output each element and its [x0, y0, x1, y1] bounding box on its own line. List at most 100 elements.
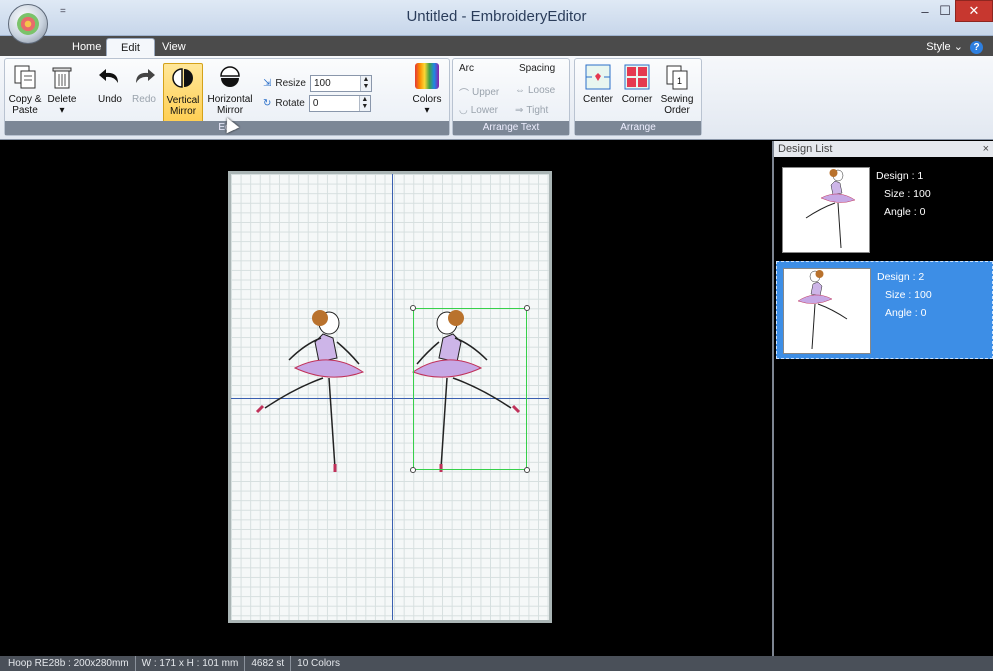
spacing-tight-icon: ⇒	[515, 105, 524, 116]
arrange-group-label: Arrange	[575, 121, 701, 135]
design-number: Design : 1	[876, 170, 924, 182]
paste-icon	[11, 63, 39, 91]
horizontal-mirror-button[interactable]: Horizontal Mirror	[205, 63, 255, 116]
rotate-input[interactable]: 0 ▲ ▼	[308, 95, 371, 112]
corner-icon	[623, 63, 651, 91]
colors-label: Colors	[412, 94, 442, 105]
center-icon	[584, 63, 612, 91]
vertical-mirror-label: Vertical Mirror	[166, 95, 200, 117]
design-list-title: Design List	[778, 143, 833, 155]
design-list-item-selected[interactable]: Design : 2 Size : 100 Angle : 0	[776, 261, 993, 359]
title-bar: = Untitled - EmbroideryEditor – ☐ ✕	[0, 0, 993, 36]
app-logo-icon	[17, 13, 39, 35]
style-menu-label: Style	[926, 41, 951, 53]
colors-icon	[413, 63, 441, 91]
delete-button[interactable]: Delete ▾	[45, 63, 79, 116]
design-info: Design : 1 Size : 100 Angle : 0	[876, 167, 931, 221]
corner-button[interactable]: Corner	[619, 63, 655, 105]
resize-handle-top-right[interactable]	[524, 305, 530, 311]
svg-text:1: 1	[677, 76, 682, 86]
resize-row: ⇲ Resize 100 ▲ ▼	[263, 75, 372, 92]
colors-button[interactable]: Colors ▾	[409, 63, 445, 116]
delete-label: Delete	[47, 94, 77, 105]
close-button[interactable]: ✕	[955, 0, 993, 22]
tab-view[interactable]: View	[148, 38, 200, 56]
arrange-group: Center Corner 1 Sewing Order Arrange	[574, 58, 702, 136]
selection-box[interactable]	[410, 305, 530, 473]
status-bar: Hoop RE28b : 200x280mm W : 171 x H : 101…	[0, 656, 993, 671]
rotate-icon: ↻	[263, 98, 272, 109]
redo-label: Redo	[132, 94, 156, 105]
vertical-mirror-icon	[169, 64, 197, 92]
arrange-text-group: Arc ⌒ Upper ◡ Lower Spacing ⇔ Loose ⇒ Ti…	[452, 58, 570, 136]
arc-upper-button[interactable]: ⌒ Upper	[459, 85, 499, 100]
ribbon-tab-row: Home Edit View Style ⌄ ?	[0, 36, 993, 56]
design-size: Size : 100	[885, 289, 932, 301]
spacing-loose-label: Loose	[528, 85, 556, 96]
design-thumbnail	[782, 167, 870, 253]
colors-dropdown-icon: ▾	[424, 105, 430, 116]
center-button[interactable]: Center	[579, 63, 617, 105]
arc-upper-label: Upper	[472, 87, 500, 98]
rotate-value: 0	[312, 98, 319, 109]
vertical-center-line	[392, 174, 393, 620]
vertical-mirror-button[interactable]: Vertical Mirror	[163, 63, 203, 123]
sewing-order-label: Sewing Order	[660, 94, 694, 116]
rotate-spinner[interactable]: ▲ ▼	[358, 96, 370, 111]
design-number: Design : 2	[877, 271, 925, 283]
undo-icon	[96, 63, 124, 91]
application-menu-button[interactable]	[8, 4, 48, 44]
copy-paste-button[interactable]: Copy & Paste	[7, 63, 43, 116]
undo-button[interactable]: Undo	[95, 63, 125, 105]
sewing-order-button[interactable]: 1 Sewing Order	[657, 63, 697, 116]
design-list-header: Design List ×	[774, 141, 993, 157]
design-1-ballerina[interactable]	[245, 308, 365, 476]
window-title: Untitled - EmbroideryEditor	[406, 8, 587, 25]
design-thumbnail	[783, 268, 871, 354]
status-stitch-count: 4682 st	[251, 656, 292, 671]
delete-dropdown-icon: ▾	[59, 105, 65, 116]
arc-label: Arc	[459, 63, 474, 74]
resize-value: 100	[313, 78, 331, 89]
hoop-grid[interactable]	[228, 171, 552, 623]
rotate-label: Rotate	[275, 98, 305, 109]
chevron-down-icon: ⌄	[953, 41, 963, 53]
spacing-label: Spacing	[519, 63, 556, 74]
resize-handle-bottom-right[interactable]	[524, 467, 530, 473]
status-color-count: 10 Colors	[297, 658, 340, 669]
trash-icon	[48, 63, 76, 91]
design-list-item[interactable]: Design : 1 Size : 100 Angle : 0	[776, 161, 993, 259]
ballerina-thumbnail-icon	[797, 270, 848, 350]
ballerina-thumbnail-icon	[805, 169, 856, 249]
resize-handle-bottom-left[interactable]	[410, 467, 416, 473]
copy-paste-label: Copy & Paste	[8, 94, 42, 116]
design-list-panel: Design List × Design : 1 Size : 100 Angl…	[772, 141, 993, 656]
status-dimensions: W : 171 x H : 101 mm	[142, 656, 246, 671]
arc-upper-icon: ⌒	[459, 89, 469, 100]
spacing-loose-button[interactable]: ⇔ Loose	[515, 85, 555, 96]
resize-handle-top-left[interactable]	[410, 305, 416, 311]
resize-input[interactable]: 100 ▲ ▼	[309, 75, 372, 92]
arc-lower-icon: ◡	[459, 105, 468, 116]
redo-icon	[130, 63, 158, 91]
sewing-order-icon: 1	[663, 63, 691, 91]
horizontal-mirror-icon	[216, 63, 244, 91]
redo-button[interactable]: Redo	[129, 63, 159, 105]
design-info: Design : 2 Size : 100 Angle : 0	[877, 268, 932, 322]
corner-label: Corner	[621, 94, 653, 105]
design-angle: Angle : 0	[884, 206, 926, 218]
resize-spinner[interactable]: ▲ ▼	[359, 76, 371, 91]
style-menu[interactable]: Style ⌄ ?	[926, 38, 983, 56]
rotate-row: ↻ Rotate 0 ▲ ▼	[263, 95, 371, 112]
spacing-loose-icon: ⇔	[515, 85, 525, 96]
resize-icon: ⇲	[263, 78, 272, 89]
close-icon[interactable]: ×	[983, 141, 989, 157]
undo-label: Undo	[98, 94, 122, 105]
design-canvas[interactable]	[0, 141, 770, 656]
spacing-tight-button[interactable]: ⇒ Tight	[515, 105, 548, 116]
help-icon[interactable]: ?	[970, 41, 983, 54]
status-hoop: Hoop RE28b : 200x280mm	[8, 656, 136, 671]
arc-lower-button[interactable]: ◡ Lower	[459, 105, 498, 116]
center-label: Center	[582, 94, 613, 105]
horizontal-mirror-label: Horizontal Mirror	[207, 94, 253, 116]
